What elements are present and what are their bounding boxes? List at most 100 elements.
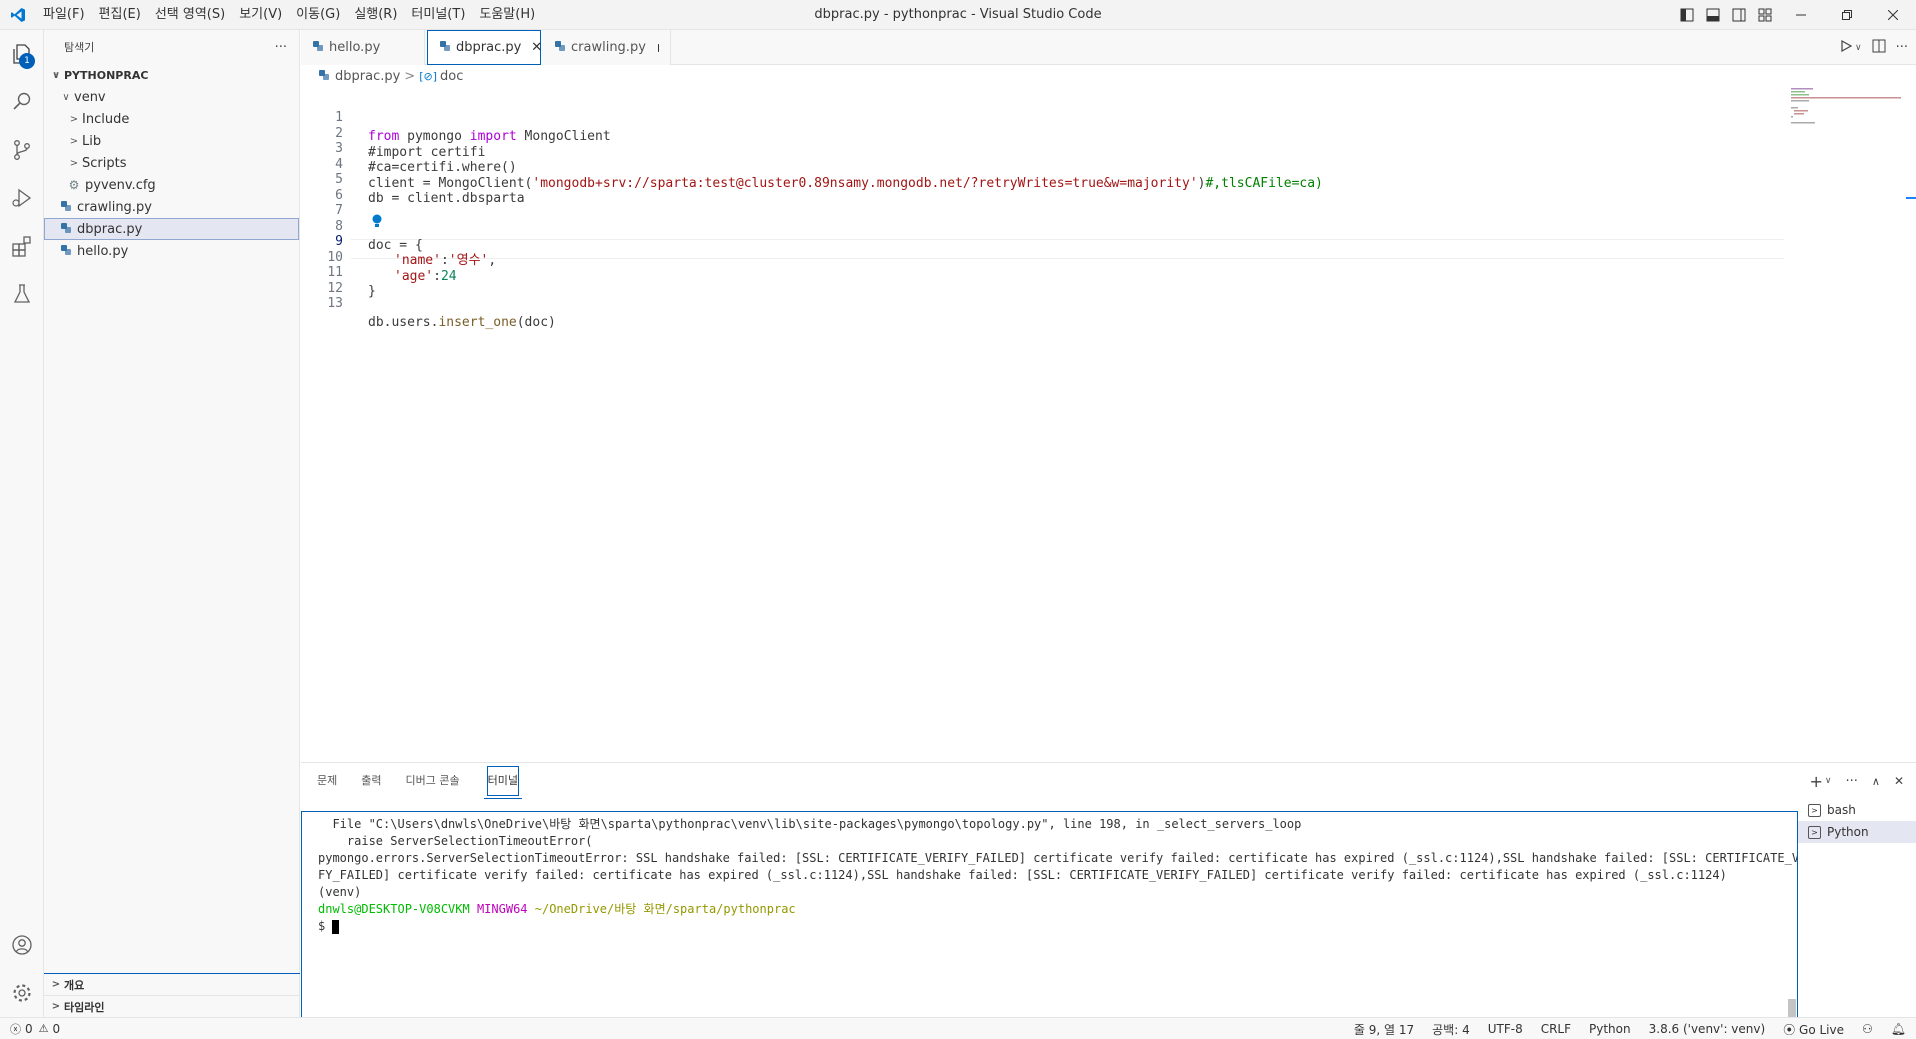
sidebar-more-button[interactable]: ··· xyxy=(275,40,287,55)
tree-file-hello[interactable]: hello.py xyxy=(44,240,299,262)
terminal-icon: > xyxy=(1808,803,1821,817)
minimize-icon[interactable] xyxy=(1778,0,1824,30)
activity-bar: 1 xyxy=(0,30,44,1017)
menu-help[interactable]: 도움말(H) xyxy=(472,0,542,30)
status-cursor-position[interactable]: 줄 9, 열 17 xyxy=(1354,1021,1414,1038)
tab-crawling-py[interactable]: crawling.py xyxy=(541,30,671,65)
status-problems[interactable]: ⓧ 0 ⚠ 0 xyxy=(0,1021,60,1037)
status-encoding[interactable]: UTF-8 xyxy=(1488,1022,1523,1036)
status-eol[interactable]: CRLF xyxy=(1541,1022,1571,1036)
prompt-path: ~/OneDrive/바탕 화면/sparta/pythonprac xyxy=(534,902,796,916)
tab-problems[interactable]: 문제 xyxy=(317,763,337,799)
menu-terminal[interactable]: 터미널(T) xyxy=(404,0,472,30)
menu-go[interactable]: 이동(G) xyxy=(289,0,347,30)
maximize-panel-chevron-up-icon[interactable]: ∧ xyxy=(1872,775,1880,788)
tree-file-crawling[interactable]: crawling.py xyxy=(44,196,299,218)
terminal-line: File "C:\Users\dnwls\OneDrive\바탕 화면\spar… xyxy=(318,817,1302,831)
chevron-down-icon[interactable]: ∨ xyxy=(1855,43,1862,53)
tab-dbprac-py[interactable]: dbprac.py ✕ xyxy=(427,30,542,65)
warning-icon: ⚠ xyxy=(38,1022,49,1035)
chevron-down-icon[interactable]: ∨ xyxy=(1825,776,1832,786)
breadcrumb-symbol[interactable]: doc xyxy=(440,69,463,84)
terminal-output[interactable]: File "C:\Users\dnwls\OneDrive\바탕 화면\spar… xyxy=(301,811,1798,1018)
terminal-item-label: bash xyxy=(1827,803,1856,817)
status-interpreter[interactable]: 3.8.6 ('venv': venv) xyxy=(1649,1022,1766,1036)
feedback-icon[interactable]: ⚇ xyxy=(1862,1022,1873,1036)
toggle-panel-icon[interactable] xyxy=(1700,0,1726,30)
new-terminal-plus-icon[interactable]: + xyxy=(1809,772,1822,791)
broadcast-icon: ⦿ xyxy=(1783,1022,1796,1037)
terminal-line: raise ServerSelectionTimeoutError( xyxy=(318,834,593,848)
explorer-badge: 1 xyxy=(19,53,35,69)
run-python-file-icon[interactable] xyxy=(1839,39,1853,57)
chevron-right-icon: > xyxy=(51,979,61,990)
search-icon[interactable] xyxy=(0,78,44,126)
minimap[interactable] xyxy=(1789,87,1909,762)
status-language[interactable]: Python xyxy=(1589,1022,1631,1036)
breadcrumb-file[interactable]: dbprac.py xyxy=(335,69,400,84)
extensions-icon[interactable] xyxy=(0,222,44,270)
terminal-input-line[interactable]: $ xyxy=(318,918,1781,935)
tree-item-label: venv xyxy=(74,89,106,105)
status-golive[interactable]: ⦿ Go Live xyxy=(1783,1021,1844,1038)
variable-symbol-icon: [⊘] xyxy=(419,69,438,83)
terminal-item-python[interactable]: > Python xyxy=(1798,821,1916,843)
section-outline[interactable]: > 개요 xyxy=(44,973,300,995)
customize-layout-icon[interactable] xyxy=(1752,0,1778,30)
close-window-icon[interactable] xyxy=(1870,0,1916,30)
warning-count: 0 xyxy=(52,1021,61,1036)
tree-folder-scripts[interactable]: > Scripts xyxy=(44,152,299,174)
tree-root-pythonprac[interactable]: ∨ PYTHONPRAC xyxy=(44,64,299,86)
menu-run[interactable]: 실행(R) xyxy=(347,0,404,30)
menu-file[interactable]: 파일(F) xyxy=(36,0,92,30)
tree-folder-include[interactable]: > Include xyxy=(44,108,299,130)
testing-flask-icon[interactable] xyxy=(0,270,44,318)
python-file-icon xyxy=(58,222,74,237)
explorer-icon[interactable]: 1 xyxy=(0,30,44,78)
code-line: 13 db.users.insert_one(doc) xyxy=(301,275,1781,330)
lightbulb-icon[interactable] xyxy=(371,214,383,232)
settings-gear-icon[interactable] xyxy=(0,969,44,1017)
tree-item-label: Scripts xyxy=(82,155,127,171)
tree-item-label: hello.py xyxy=(77,243,129,259)
split-editor-icon[interactable] xyxy=(1872,39,1886,57)
terminal-icon: > xyxy=(1808,825,1821,839)
tree-item-label: Lib xyxy=(82,133,102,149)
menu-edit[interactable]: 편집(E) xyxy=(92,0,148,30)
tab-hello-py[interactable]: hello.py xyxy=(301,30,425,65)
run-debug-icon[interactable] xyxy=(0,174,44,222)
terminal-scrollbar[interactable] xyxy=(1788,999,1796,1017)
source-control-icon[interactable] xyxy=(0,126,44,174)
prompt-system: MINGW64 xyxy=(469,902,535,916)
python-file-icon xyxy=(58,244,74,259)
sidebar-sections: > 개요 > 타임라인 xyxy=(44,973,300,1017)
terminal-cursor xyxy=(332,919,340,934)
restore-icon[interactable] xyxy=(1824,0,1870,30)
menu-view[interactable]: 보기(V) xyxy=(232,0,289,30)
toggle-secondary-sidebar-icon[interactable] xyxy=(1726,0,1752,30)
panel-tab-bar: 문제 출력 디버그 콘솔 터미널 xyxy=(301,763,1916,799)
tree-file-pyvenv-cfg[interactable]: ⚙ pyvenv.cfg xyxy=(44,174,299,196)
tab-output[interactable]: 출력 xyxy=(361,763,381,799)
terminal-list: > bash > Python xyxy=(1798,799,1916,1018)
code-editor[interactable]: 1 from pymongo import MongoClient 2 #imp… xyxy=(301,87,1916,762)
notifications-bell-icon[interactable]: 🔔︎ xyxy=(1891,1022,1906,1036)
tab-terminal[interactable]: 터미널 xyxy=(483,763,522,799)
tree-folder-venv[interactable]: ∨ venv xyxy=(44,86,299,108)
terminal-item-bash[interactable]: > bash xyxy=(1798,799,1916,821)
tree-root-label: PYTHONPRAC xyxy=(64,68,149,82)
tree-folder-lib[interactable]: > Lib xyxy=(44,130,299,152)
accounts-icon[interactable] xyxy=(0,921,44,969)
section-timeline[interactable]: > 타임라인 xyxy=(44,995,300,1017)
status-indentation[interactable]: 공백: 4 xyxy=(1432,1021,1470,1038)
tree-file-dbprac[interactable]: dbprac.py xyxy=(44,218,299,240)
terminal-line: FY_FAILED] certificate verify failed: ce… xyxy=(318,868,1727,882)
close-panel-icon[interactable]: ✕ xyxy=(1894,774,1904,788)
tab-label: hello.py xyxy=(329,40,381,55)
toggle-sidebar-icon[interactable] xyxy=(1674,0,1700,30)
title-controls xyxy=(1674,0,1916,30)
menu-selection[interactable]: 선택 영역(S) xyxy=(148,0,232,30)
more-actions-icon[interactable]: ··· xyxy=(1845,774,1857,789)
tab-debug-console[interactable]: 디버그 콘솔 xyxy=(406,763,460,799)
more-actions-icon[interactable]: ··· xyxy=(1896,40,1908,55)
